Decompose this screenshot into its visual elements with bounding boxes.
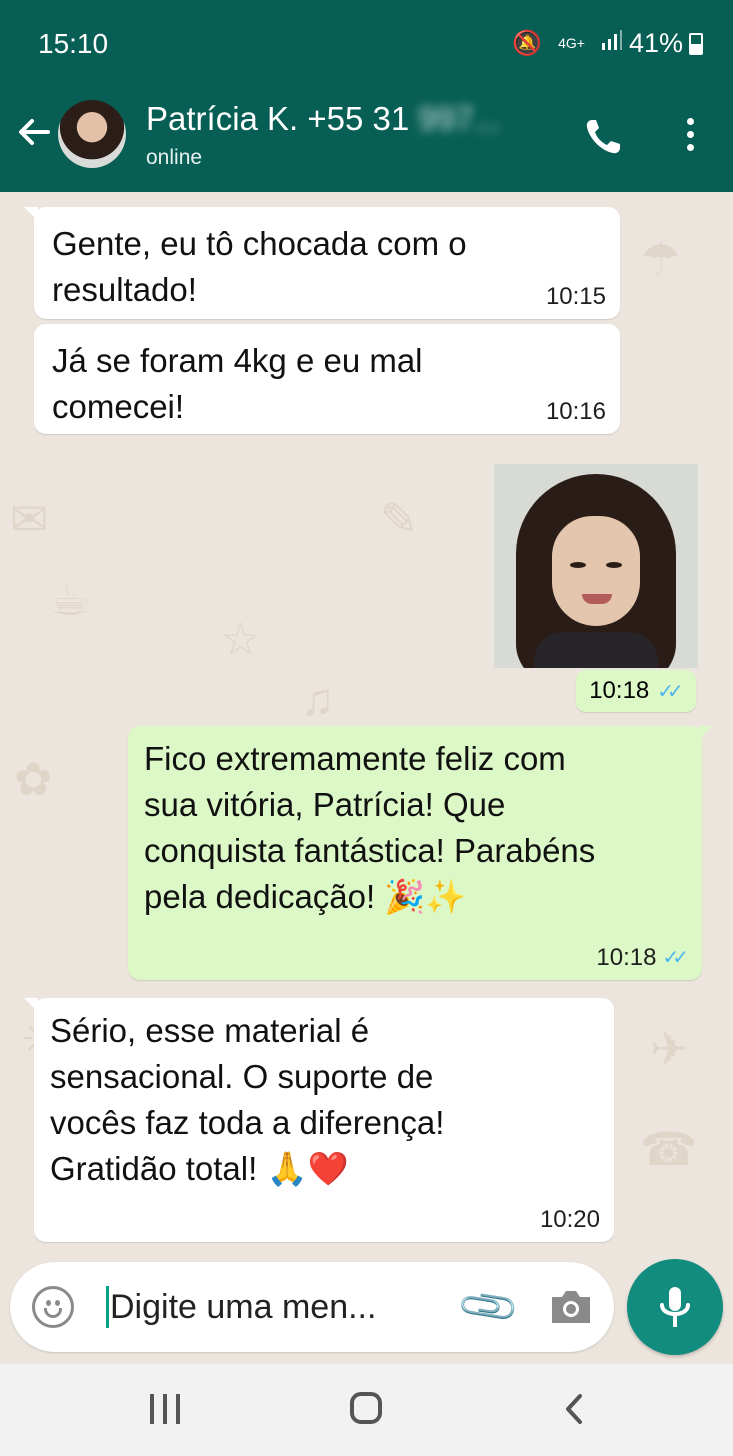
chat-header: Patrícia K. +55 31 997... online [0, 78, 733, 192]
wallpaper-doodle: ✉ [10, 493, 49, 545]
message-time: 10:18 ✓✓ [596, 944, 688, 972]
message-text: Sério, esse material é sensacional. O su… [50, 1012, 445, 1187]
photo-time: 10:18 ✓✓ [576, 670, 696, 712]
wallpaper-doodle: ☕ [50, 573, 92, 625]
emoji-icon[interactable] [32, 1286, 74, 1328]
message-input[interactable] [110, 1284, 440, 1330]
read-ticks-icon: ✓✓ [662, 947, 688, 969]
mute-icon: 🔕 [512, 30, 543, 57]
wallpaper-doodle: ✈ [650, 1023, 689, 1075]
message-time: 10:20 [539, 1206, 600, 1233]
message-time: 10:15 [545, 283, 606, 310]
wallpaper-doodle: ✎ [380, 493, 419, 545]
message-text: Gente, eu tô chocada com o resultado! [52, 225, 467, 308]
contact-avatar[interactable] [58, 100, 126, 168]
signal-icon [601, 29, 623, 58]
wallpaper-doodle: ♫ [300, 673, 335, 725]
back-nav-icon[interactable] [558, 1392, 592, 1426]
network-label: 4G+ [558, 35, 585, 51]
message-composer: 📎 [10, 1262, 614, 1352]
contact-status: online [146, 146, 203, 169]
system-nav-bar [0, 1364, 733, 1456]
read-ticks-icon: ✓✓ [657, 680, 683, 703]
wallpaper-doodle: ✿ [14, 753, 53, 805]
text-cursor [106, 1286, 109, 1328]
mic-button[interactable] [627, 1259, 723, 1355]
message-incoming[interactable]: Já se foram 4kg e eu mal comecei! 10:16 [34, 324, 620, 434]
message-photo[interactable] [494, 464, 698, 668]
attach-icon[interactable]: 📎 [454, 1274, 521, 1342]
message-text: Fico extremamente feliz com sua vitória,… [144, 740, 596, 915]
battery-icon [689, 32, 703, 55]
battery-label: 41% [628, 28, 683, 58]
message-incoming[interactable]: Sério, esse material é sensacional. O su… [24, 998, 614, 1242]
mic-icon [660, 1287, 690, 1327]
wallpaper-doodle: ☂ [640, 233, 682, 285]
home-button[interactable] [350, 1392, 382, 1424]
more-vert-icon[interactable] [678, 114, 702, 158]
back-arrow-icon[interactable] [14, 112, 54, 152]
status-bar: 15:10 🔕 4G+ 41% [0, 0, 733, 78]
status-time: 15:10 [38, 28, 109, 59]
contact-name[interactable]: Patrícia K. +55 31 997... [146, 100, 501, 138]
message-outgoing[interactable]: Fico extremamente feliz com sua vitória,… [128, 726, 712, 980]
message-time: 10:16 [545, 398, 606, 425]
recents-button[interactable] [150, 1394, 180, 1424]
camera-icon[interactable] [548, 1288, 594, 1326]
contact-number-blurred: 997... [418, 100, 501, 137]
wallpaper-doodle: ☎ [640, 1123, 698, 1175]
contact-name-text: Patrícia K. +55 31 [146, 100, 410, 137]
wallpaper-doodle: ☆ [220, 613, 262, 665]
message-incoming[interactable]: Gente, eu tô chocada com o resultado! 10… [24, 207, 620, 319]
phone-icon[interactable] [580, 114, 626, 160]
message-text: Já se foram 4kg e eu mal comecei! [52, 342, 423, 425]
